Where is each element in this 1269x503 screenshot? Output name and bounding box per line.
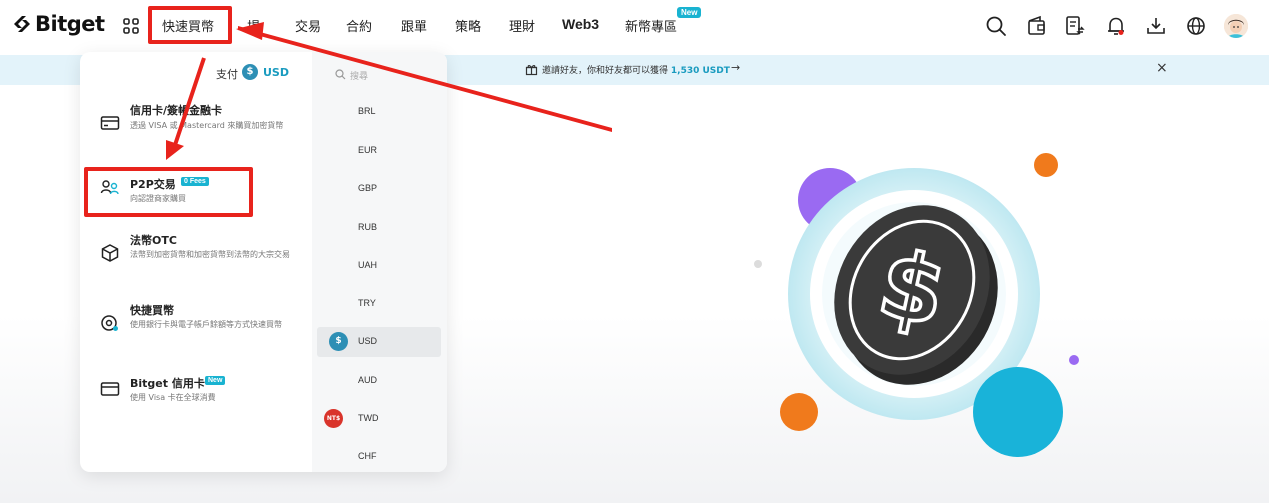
- annotation-arrows: [166, 22, 612, 160]
